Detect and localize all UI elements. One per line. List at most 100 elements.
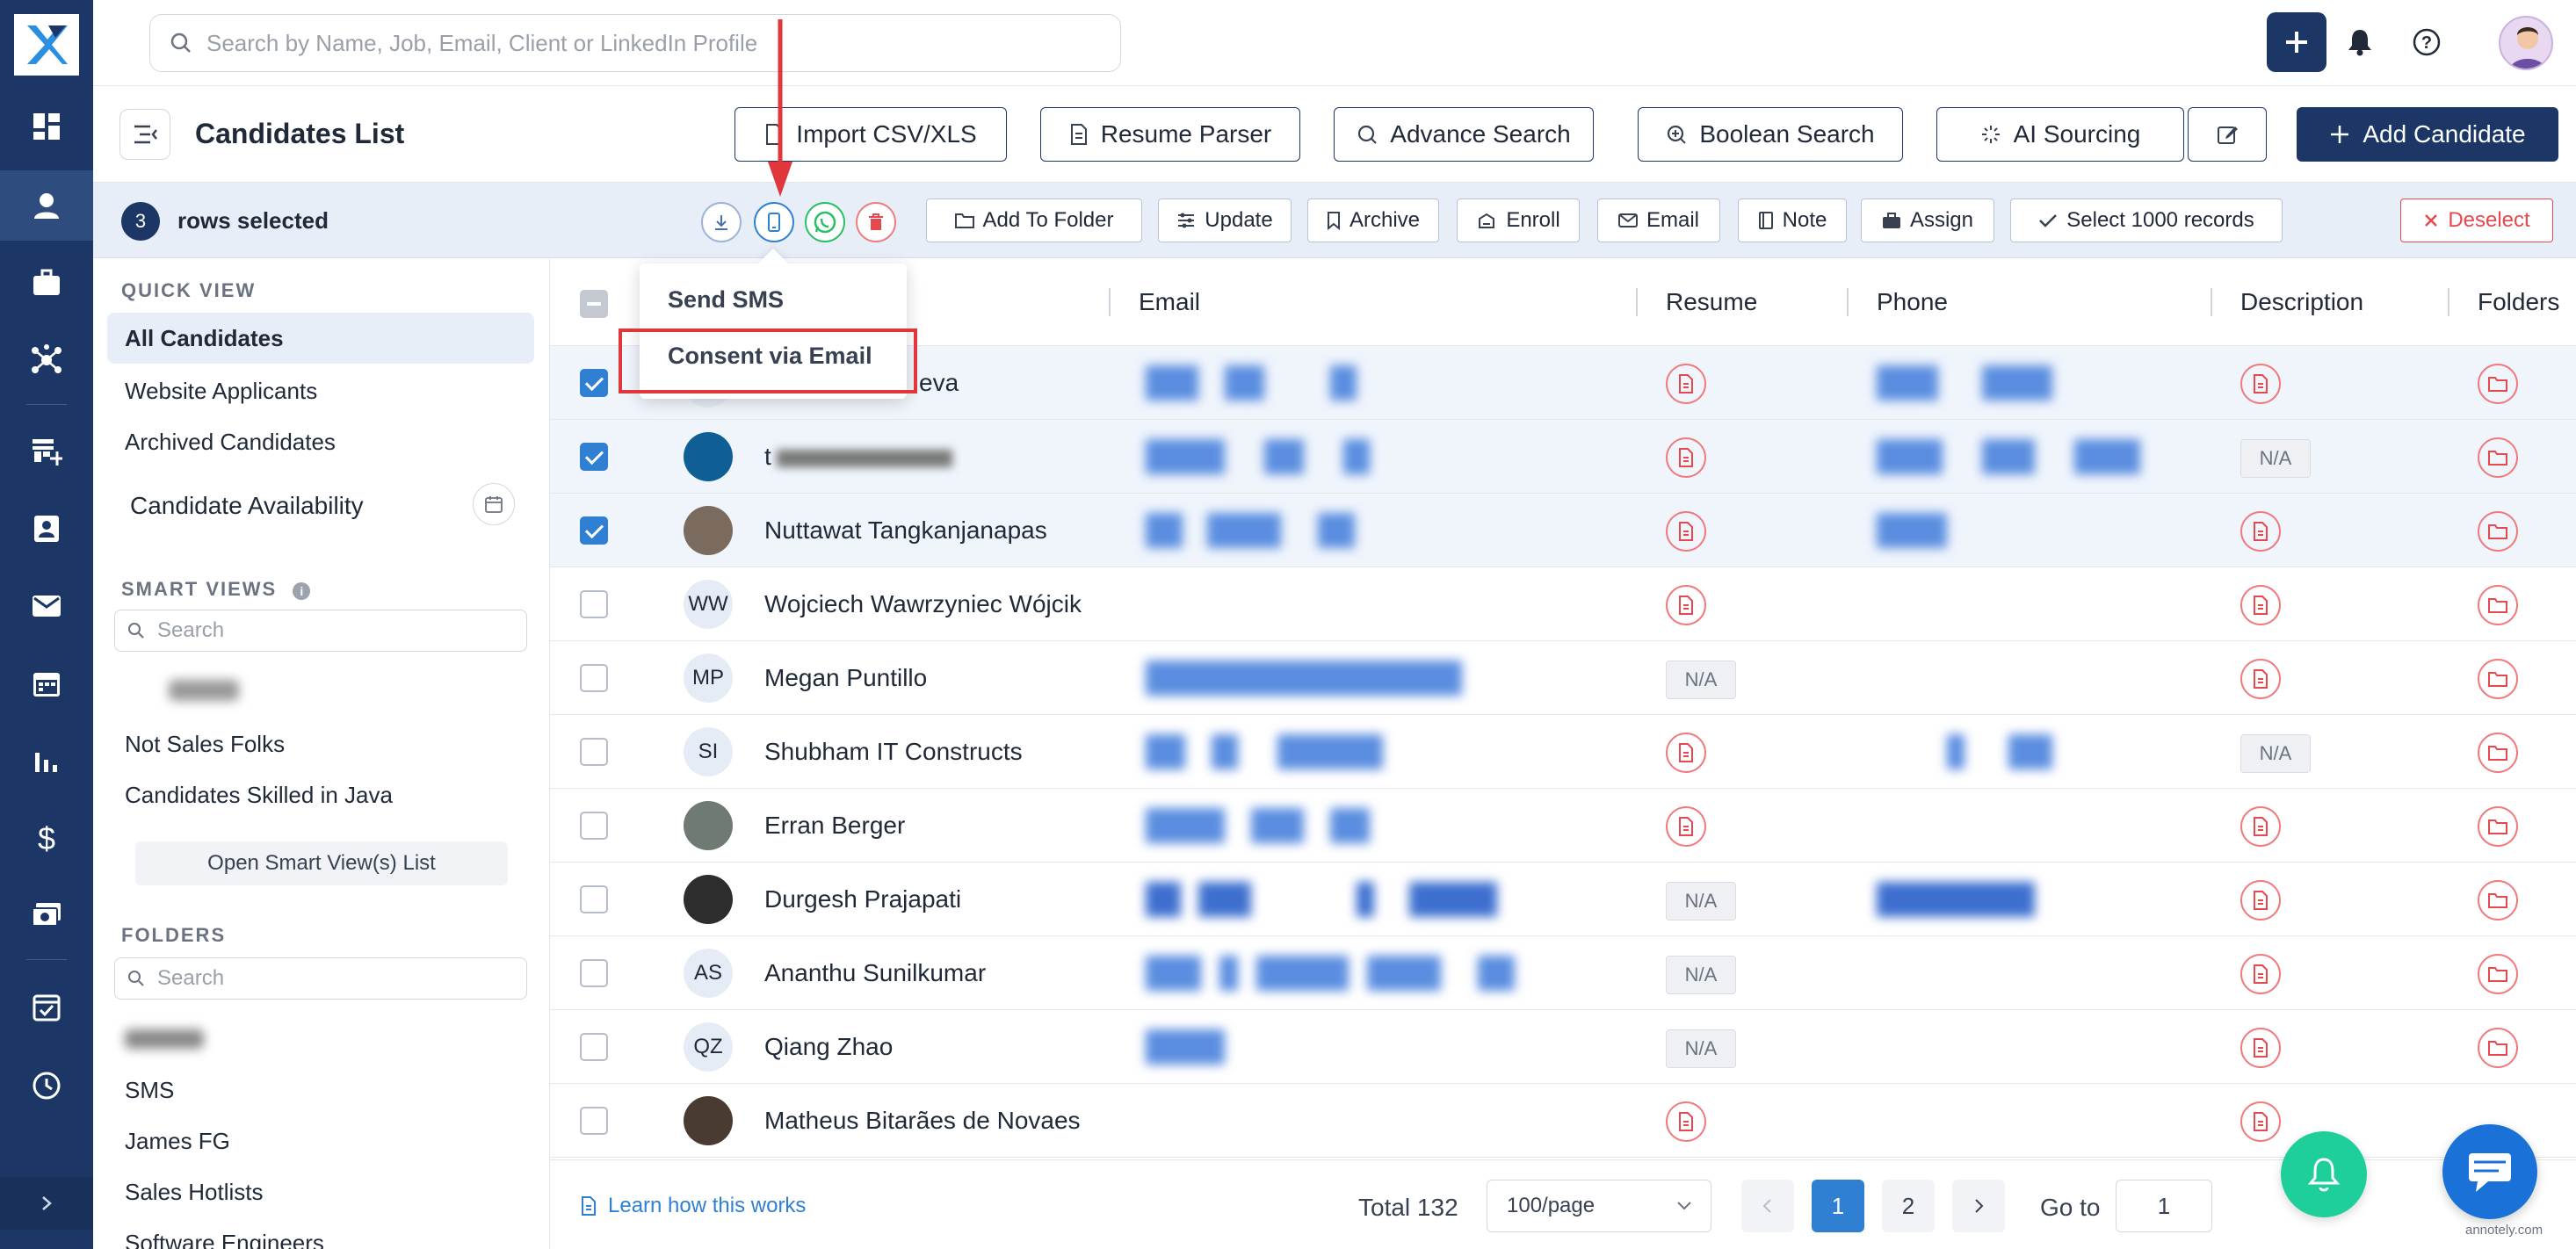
candidate-name[interactable]: t [764,443,952,471]
note-button[interactable]: Note [1738,199,1847,242]
page-1-button[interactable]: 1 [1812,1180,1864,1232]
sidebar-item-archived-candidates[interactable]: Archived Candidates [125,429,336,456]
candidate-name[interactable]: eva [919,369,959,397]
folder-icon[interactable] [2478,659,2518,699]
delete-button[interactable] [856,202,896,242]
folder-icon[interactable] [2478,364,2518,404]
description-file-icon[interactable] [2240,585,2281,625]
boolean-search-button[interactable]: Boolean Search [1638,107,1903,162]
table-row[interactable]: Nuttawat Tangkanjanapas [550,494,2576,567]
network-icon[interactable] [0,325,93,395]
resume-file-icon[interactable] [1666,585,1706,625]
select-1000-button[interactable]: Select 1000 records [2010,199,2283,242]
store-add-icon[interactable] [0,416,93,487]
row-checkbox[interactable] [580,1033,608,1061]
goto-page-input[interactable]: 1 [2116,1180,2212,1232]
bell-icon[interactable] [2342,25,2377,60]
description-file-icon[interactable] [2240,659,2281,699]
update-button[interactable]: Update [1158,199,1292,242]
row-checkbox[interactable] [580,1107,608,1135]
table-row[interactable]: WW Wojciech Wawrzyniec Wójcik [550,567,2576,641]
candidate-name[interactable]: Ananthu Sunilkumar [764,959,986,987]
folder-icon[interactable] [2478,585,2518,625]
dashboard-icon[interactable] [0,91,93,162]
open-smart-views-button[interactable]: Open Smart View(s) List [135,841,508,885]
sidebar-item-not-sales-folks[interactable]: Not Sales Folks [125,731,285,758]
next-page-button[interactable] [1952,1180,2005,1232]
candidate-name[interactable]: Shubham IT Constructs [764,738,1023,766]
column-folders[interactable]: Folders [2478,288,2559,316]
billing-dollar-icon[interactable]: $ [0,803,93,873]
row-checkbox[interactable] [580,443,608,471]
folder-icon[interactable] [2478,733,2518,773]
contacts-icon[interactable] [0,494,93,564]
availability-calendar-button[interactable] [473,483,515,525]
task-calendar-icon[interactable] [0,971,93,1042]
table-row[interactable]: Erran Berger [550,789,2576,863]
folder-item-software-engineers[interactable]: Software Engineers [125,1230,324,1249]
expand-rail-icon[interactable] [0,1177,93,1230]
per-page-select[interactable]: 100/page [1487,1180,1711,1232]
row-checkbox[interactable] [580,959,608,987]
folder-icon[interactable] [2478,511,2518,552]
column-email[interactable]: Email [1139,288,1200,316]
column-description[interactable]: Description [2240,288,2363,316]
folder-item-sms[interactable]: SMS [125,1077,174,1104]
description-file-icon[interactable] [2240,1101,2281,1142]
table-row[interactable]: SI Shubham IT Constructs N/A [550,715,2576,789]
payroll-icon[interactable] [0,880,93,950]
candidate-name[interactable]: Wojciech Wawrzyniec Wójcik [764,590,1082,618]
description-file-icon[interactable] [2240,954,2281,994]
sms-button[interactable] [754,202,794,242]
global-search[interactable] [149,14,1121,72]
help-icon[interactable]: ? [2409,25,2444,60]
folder-icon[interactable] [2478,880,2518,921]
resume-file-icon[interactable] [1666,806,1706,847]
add-to-folder-button[interactable]: Add To Folder [926,199,1142,242]
sidebar-item-all-candidates[interactable]: All Candidates [107,313,534,364]
select-all-checkbox[interactable] [580,290,608,318]
resume-file-icon[interactable] [1666,733,1706,773]
smart-views-search[interactable]: Search [114,610,527,652]
folder-icon[interactable] [2478,954,2518,994]
folder-icon[interactable] [2478,437,2518,478]
edit-button[interactable] [2188,107,2267,162]
description-file-icon[interactable] [2240,364,2281,404]
table-row[interactable]: Durgesh Prajapati N/A [550,863,2576,936]
global-search-input[interactable] [206,29,1085,57]
table-row[interactable]: AS Ananthu Sunilkumar N/A [550,936,2576,1010]
quick-add-button[interactable] [2267,12,2326,72]
download-button[interactable] [701,202,742,242]
clock-icon[interactable] [0,1050,93,1121]
resume-file-icon[interactable] [1666,1101,1706,1142]
row-checkbox[interactable] [580,738,608,766]
folder-item-james-fg[interactable]: James FG [125,1128,230,1155]
sidebar-item-candidate-availability[interactable]: Candidate Availability [130,492,364,520]
column-resume[interactable]: Resume [1666,288,1757,316]
row-checkbox[interactable] [580,812,608,840]
candidate-name[interactable]: Megan Puntillo [764,664,927,692]
whatsapp-button[interactable] [805,202,845,242]
info-icon[interactable]: i [293,582,311,600]
notifications-fab[interactable] [2281,1131,2367,1217]
sidebar-item-hidden-view[interactable] [169,680,239,701]
calendar-icon[interactable] [0,648,93,718]
assign-button[interactable]: Assign [1861,199,1994,242]
advance-search-button[interactable]: Advance Search [1334,107,1594,162]
mail-icon[interactable] [0,571,93,641]
enroll-button[interactable]: Enroll [1457,199,1580,242]
email-button[interactable]: Email [1597,199,1720,242]
ai-sourcing-button[interactable]: AI Sourcing [1936,107,2184,162]
candidate-name[interactable]: Matheus Bitarães de Novaes [764,1107,1081,1135]
resume-file-icon[interactable] [1666,511,1706,552]
app-logo[interactable] [14,14,79,76]
folder-item-sales-hotlists[interactable]: Sales Hotlists [125,1179,264,1206]
sidebar-item-website-applicants[interactable]: Website Applicants [125,378,317,405]
description-file-icon[interactable] [2240,880,2281,921]
page-2-button[interactable]: 2 [1882,1180,1935,1232]
candidate-name[interactable]: Durgesh Prajapati [764,885,961,913]
folder-icon[interactable] [2478,806,2518,847]
resume-file-icon[interactable] [1666,364,1706,404]
prev-page-button[interactable] [1741,1180,1794,1232]
folder-item-hidden[interactable] [125,1029,204,1049]
